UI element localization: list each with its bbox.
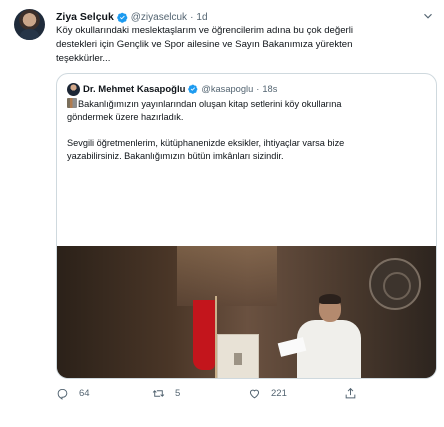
quoted-tweet-text: Bakanlığımızın yayınlarından oluşan kita… [67, 98, 427, 163]
quoted-text-line: Bakanlığımızın yayınlarından oluşan kita… [67, 98, 427, 111]
verified-badge-icon [188, 84, 198, 94]
photo-book-box [217, 334, 259, 378]
photo-turkish-flag [193, 300, 215, 370]
quoted-text-line: göndermek üzere hazırladık. [67, 112, 184, 122]
photo-ministry-emblem [369, 258, 421, 310]
author-handle[interactable]: @ziyaselcuk [131, 12, 187, 23]
photo-person-body [297, 320, 361, 378]
quoted-tweet[interactable]: Dr. Mehmet Kasapoğlu @kasapoglu · 18s Ba… [56, 73, 437, 379]
tweet[interactable]: Ziya Selçuk @ziyaselcuk · 1d Köy okullar… [0, 0, 444, 427]
tweet-text-line: destekleri için Gençlik ve Spor ailesine… [56, 39, 353, 50]
quoted-author-avatar [67, 82, 80, 96]
quoted-text-line: Sevgili öğretmenlerim, kütüphanenizde ek… [67, 138, 345, 148]
photo-person-hair [319, 294, 341, 304]
quoted-tweet-photo[interactable] [57, 246, 436, 378]
author-avatar[interactable] [14, 9, 45, 40]
author-name[interactable]: Ziya Selçuk [56, 11, 114, 23]
verified-badge-icon [117, 12, 128, 23]
reply-button[interactable]: 64 [56, 385, 90, 401]
like-icon [249, 389, 260, 398]
share-button[interactable] [344, 385, 357, 401]
quoted-text-line: yazabilirsiniz. Bakanlığımızın bütün imk… [67, 151, 284, 161]
quoted-tweet-time: 18s [262, 84, 278, 94]
reply-icon [57, 388, 68, 400]
chevron-down-icon[interactable] [421, 9, 435, 23]
share-icon [345, 387, 356, 398]
reply-count: 64 [79, 387, 90, 399]
books-emoji-icon [67, 98, 77, 108]
separator-dot: · [256, 84, 260, 94]
quoted-text-line-content: Bakanlığımızın yayınlarından oluşan kita… [78, 99, 342, 109]
quoted-author-handle: @kasapoglu [201, 84, 254, 94]
like-button[interactable]: 221 [248, 385, 287, 401]
separator-dot: · [190, 11, 194, 23]
tweet-time[interactable]: 1d [196, 12, 207, 23]
tweet-actions: 64 5 221 [56, 385, 436, 401]
retweet-count: 5 [175, 387, 181, 399]
retweet-icon [152, 389, 165, 397]
photo-wood-panel [177, 246, 277, 306]
tweet-text: Köy okullarındaki meslektaşlarım ve öğre… [56, 24, 436, 66]
tweet-text-line: Köy okullarındaki meslektaşlarım ve öğre… [56, 25, 354, 36]
quoted-tweet-header: Dr. Mehmet Kasapoğlu @kasapoglu · 18s [67, 82, 277, 96]
like-count: 221 [271, 387, 287, 399]
tweet-header: Ziya Selçuk @ziyaselcuk · 1d [56, 9, 208, 25]
retweet-button[interactable]: 5 [152, 385, 180, 401]
quoted-author-name: Dr. Mehmet Kasapoğlu [83, 83, 186, 95]
tweet-text-line: teşekkürler... [56, 53, 111, 64]
